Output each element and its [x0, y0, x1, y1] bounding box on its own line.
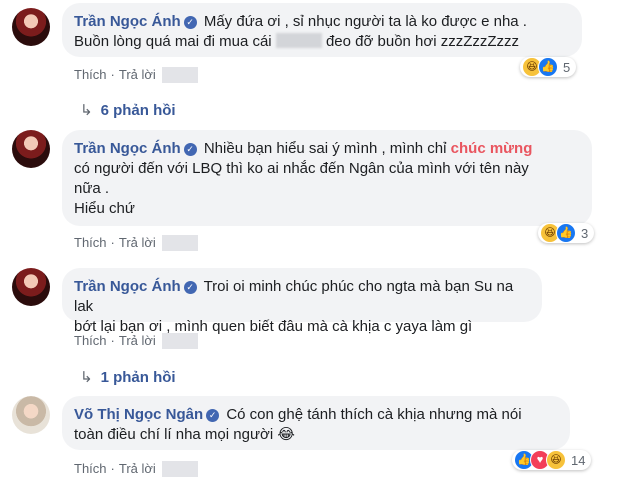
reaction-count: 14: [571, 452, 586, 468]
comment-text-line: có người đến với LBQ thì ko ai nhắc đến …: [74, 160, 529, 177]
like-reaction-icon: 👍: [556, 223, 576, 243]
reaction-summary[interactable]: 👍 ♥ 😆 14: [512, 450, 592, 470]
like-link[interactable]: Thích: [74, 461, 107, 476]
comment-text-line: Buồn lòng quá mai đi mua cái: [74, 33, 272, 50]
comment-text-line: nữa .: [74, 180, 110, 197]
like-link[interactable]: Thích: [74, 67, 107, 82]
reply-arrow-icon: ↳: [80, 369, 93, 386]
comment-text-line: Nhiều bạn hiểu sai ý mình , mình chỉ: [203, 140, 447, 157]
like-reaction-icon: 👍: [538, 57, 558, 77]
comment-bubble: Võ Thị Ngọc Ngân ✓ Có con ghệ tánh thích …: [62, 396, 570, 450]
reply-link[interactable]: Trả lời: [119, 461, 156, 476]
verified-badge-icon: ✓: [183, 16, 197, 29]
comment-text-line: đeo đỡ buồn hơi zzzZzzZzzz: [325, 33, 520, 50]
replies-count-label: 1 phản hồi: [100, 369, 176, 386]
comment-text-line: Hiểu chứ: [74, 200, 135, 217]
comment-actions: Thích · Trả lời: [74, 460, 198, 477]
avatar[interactable]: [12, 130, 50, 168]
highlighted-text: chúc mừng: [450, 140, 533, 157]
view-replies-link[interactable]: ↳ 6 phản hồi: [80, 101, 176, 119]
view-replies-link[interactable]: ↳ 1 phản hồi: [80, 368, 176, 386]
commenter-name[interactable]: Trần Ngọc Ánh: [74, 13, 181, 30]
avatar[interactable]: [12, 268, 50, 306]
reaction-count: 3: [581, 225, 589, 241]
reaction-count: 5: [563, 59, 571, 75]
avatar[interactable]: [12, 396, 50, 434]
like-link[interactable]: Thích: [74, 333, 107, 348]
comment-bubble: Trần Ngọc Ánh ✓ Nhiều bạn hiểu sai ý mình…: [62, 130, 592, 226]
commenter-name[interactable]: Trần Ngọc Ánh: [74, 140, 181, 157]
avatar[interactable]: [12, 8, 50, 46]
reply-link[interactable]: Trả lời: [119, 67, 156, 82]
reply-arrow-icon: ↳: [80, 102, 93, 119]
like-link[interactable]: Thích: [74, 235, 107, 250]
comment-text-line: toàn điều chí lí nha mọi người 😂: [74, 426, 295, 443]
commenter-name[interactable]: Võ Thị Ngọc Ngân: [74, 406, 203, 423]
reply-link[interactable]: Trả lời: [119, 333, 156, 348]
commenter-name[interactable]: Trần Ngọc Ánh: [74, 278, 181, 295]
comment-actions: Thích · Trả lời: [74, 332, 198, 349]
blurred-timestamp: [161, 332, 198, 349]
verified-badge-icon: ✓: [183, 143, 197, 156]
blurred-timestamp: [161, 66, 198, 83]
comment-bubble: Trần Ngọc Ánh ✓ Mấy đứa ơi , sỉ nhục ngườ…: [62, 3, 582, 57]
comment-actions: Thích · Trả lời: [74, 234, 198, 251]
comment-actions: Thích · Trả lời: [74, 66, 198, 83]
reaction-summary[interactable]: 😆 👍 5: [520, 57, 577, 77]
blurred-timestamp: [161, 460, 198, 477]
comment-text-line: Mấy đứa ơi , sỉ nhục người ta là ko được…: [203, 13, 527, 30]
verified-badge-icon: ✓: [183, 281, 197, 294]
replies-count-label: 6 phản hồi: [100, 102, 176, 119]
verified-badge-icon: ✓: [206, 409, 220, 422]
comment-text-line: Có con ghệ tánh thích cà khịa nhưng mà n…: [226, 406, 522, 423]
blurred-word: [275, 33, 322, 48]
haha-reaction-icon: 😆: [546, 450, 566, 470]
reaction-summary[interactable]: 😆 👍 3: [538, 223, 595, 243]
reply-link[interactable]: Trả lời: [119, 235, 156, 250]
comment-bubble: Trần Ngọc Ánh ✓ Troi oi minh chúc phúc ch…: [62, 268, 542, 335]
blurred-timestamp: [161, 234, 198, 251]
